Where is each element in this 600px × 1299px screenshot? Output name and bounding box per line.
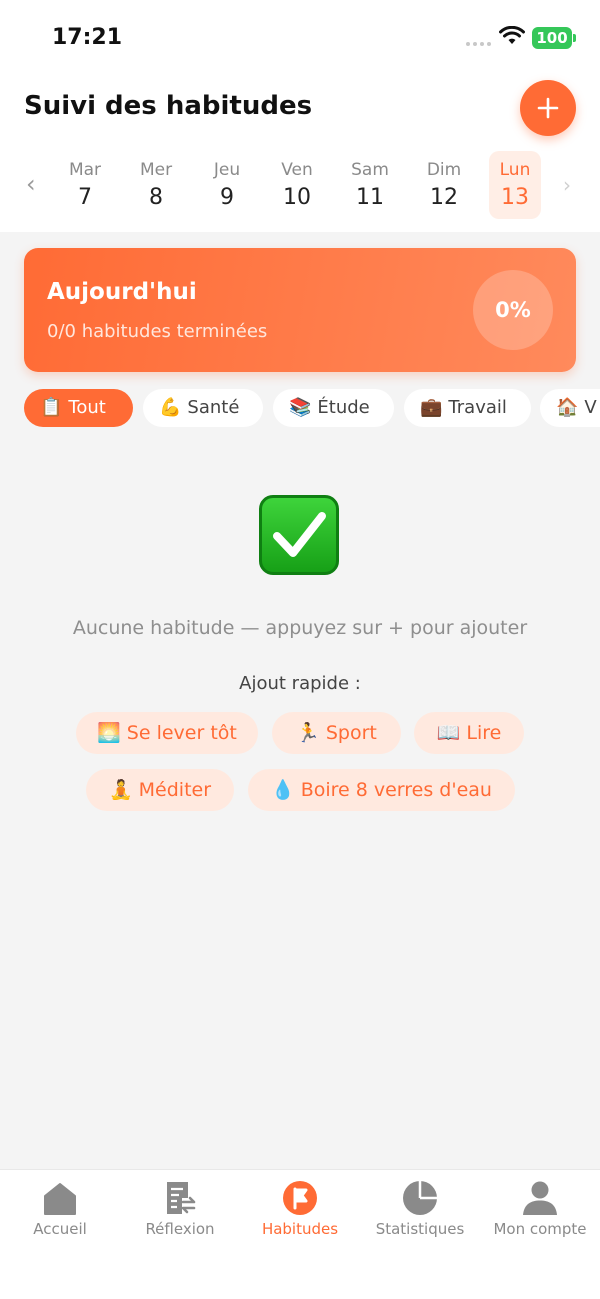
quick-add-mediter[interactable]: 🧘 Méditer [86,769,234,811]
week-day-selector: Mar 7 Mer 8 Jeu 9 Ven 10 Sam 11 Dim 12 Lun 13 [48,151,548,219]
category-chip-sante[interactable]: 💪 Santé [143,389,263,427]
home-icon [44,1183,76,1215]
category-chip-tout[interactable]: 📋 Tout [24,389,133,427]
today-title: Aujourd'hui [47,279,197,305]
quick-add-sport[interactable]: 🏃 Sport [272,712,401,754]
tab-habitudes[interactable]: Habitudes [240,1170,360,1250]
sunrise-icon: 🌅 [97,722,121,744]
check-mark-icon [259,495,339,575]
category-filter-bar: 📋 Tout 💪 Santé 📚 Étude 💼 Travail 🏠 V [24,389,600,427]
house-icon: 🏠 [556,397,579,418]
running-person-icon: 🏃 [296,722,320,744]
pie-chart-icon [403,1181,437,1215]
bottom-tab-bar: Accueil Réflexion Habitudes Statistiques… [0,1169,600,1299]
today-summary-card: Aujourd'hui 0/0 habitudes terminées 0% [24,248,576,372]
clipboard-icon: 📋 [40,397,63,418]
add-habit-button[interactable] [520,80,576,136]
day-item[interactable]: Sam 11 [344,151,396,219]
page-title: Suivi des habitudes [24,91,313,121]
battery-tip [573,34,576,42]
habits-flag-icon [283,1181,317,1215]
next-week-arrow-icon[interactable]: › [563,173,571,197]
flexed-biceps-icon: 💪 [159,397,182,418]
today-percent-circle: 0% [473,270,553,350]
category-chip-v[interactable]: 🏠 V [540,389,600,427]
day-item[interactable]: Mer 8 [130,151,182,219]
battery-indicator: 100 [532,27,572,49]
user-icon [523,1181,557,1215]
tab-reflexion[interactable]: Réflexion [120,1170,240,1250]
meditation-icon: 🧘 [108,779,133,801]
cellular-signal-icon [466,42,491,46]
water-drop-icon: 💧 [271,779,295,801]
category-chip-travail[interactable]: 💼 Travail [404,389,531,427]
tab-accueil[interactable]: Accueil [0,1170,120,1250]
books-icon: 📚 [289,397,312,418]
day-item[interactable]: Jeu 9 [201,151,253,219]
previous-week-arrow-icon[interactable]: ‹ [26,170,36,198]
briefcase-icon: 💼 [420,397,443,418]
empty-state-message: Aucune habitude — appuyez sur + pour ajo… [72,617,528,639]
quick-add-se-lever-tot[interactable]: 🌅 Se lever tôt [76,712,258,754]
quick-add-boire-eau[interactable]: 💧 Boire 8 verres d'eau [248,769,515,811]
tab-statistiques[interactable]: Statistiques [360,1170,480,1250]
day-item[interactable]: Ven 10 [271,151,323,219]
wifi-icon [499,26,525,44]
day-item-selected[interactable]: Lun 13 [489,151,541,219]
status-bar: 17:21 100 [0,0,600,76]
day-item[interactable]: Dim 12 [418,151,470,219]
category-chip-etude[interactable]: 📚 Étude [273,389,394,427]
plus-icon [537,97,559,119]
quick-add-label: Ajout rapide : [239,673,361,694]
reflection-icon [167,1182,196,1214]
today-progress-text: 0/0 habitudes terminées [47,321,268,342]
open-book-icon: 📖 [436,722,461,744]
day-item[interactable]: Mar 7 [59,151,111,219]
tab-mon-compte[interactable]: Mon compte [480,1170,600,1250]
status-time: 17:21 [52,25,123,50]
quick-add-lire[interactable]: 📖 Lire [414,712,524,754]
